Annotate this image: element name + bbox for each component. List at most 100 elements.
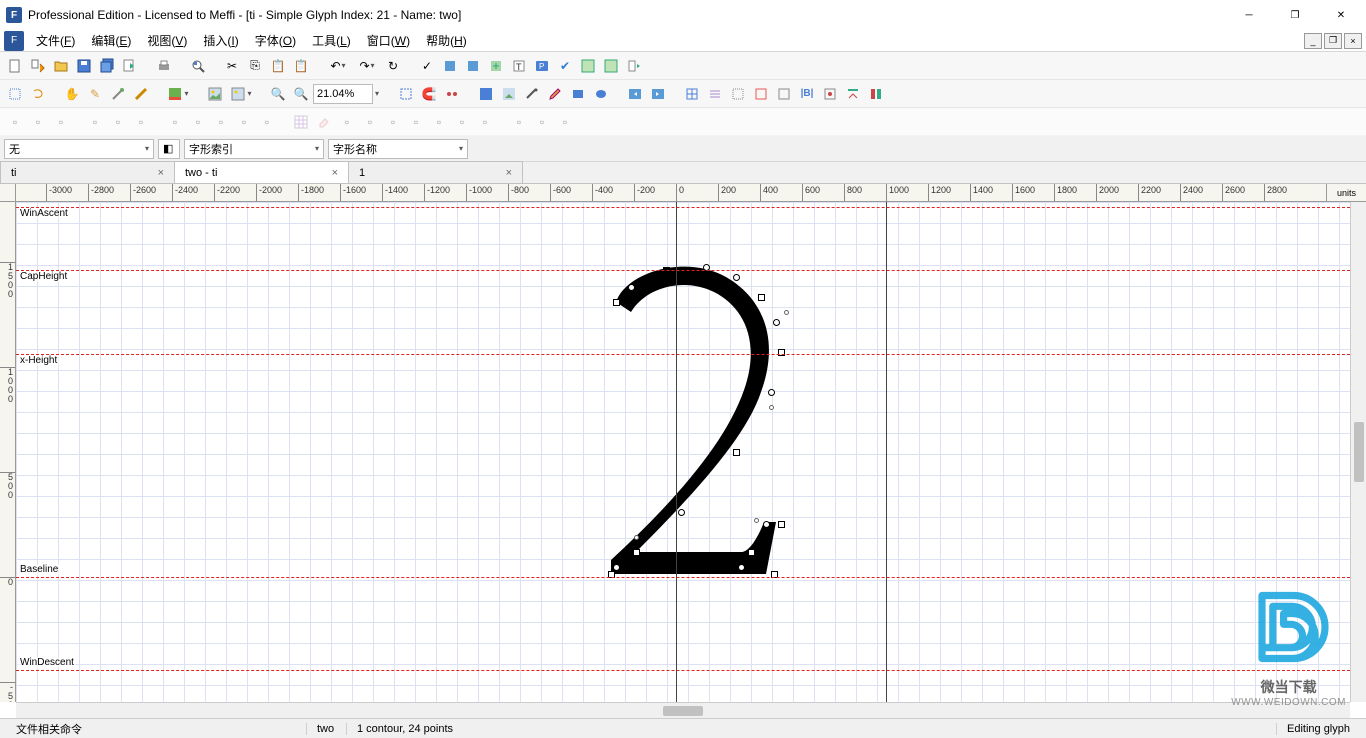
control-point[interactable] — [613, 299, 620, 306]
rect-icon[interactable] — [567, 83, 589, 105]
off-curve-point[interactable] — [754, 518, 759, 523]
mdi-close-button[interactable]: × — [1344, 33, 1362, 49]
autokern-icon[interactable] — [462, 55, 484, 77]
undo-icon[interactable]: ↶▾ — [324, 55, 352, 77]
scrollbar-vertical[interactable] — [1350, 202, 1366, 702]
control-point[interactable] — [748, 549, 755, 556]
zoom-input[interactable] — [313, 84, 373, 104]
knife-tool-icon[interactable] — [107, 83, 129, 105]
save-all-icon[interactable] — [96, 55, 118, 77]
redo-icon[interactable]: ↷▾ — [353, 55, 381, 77]
find-icon[interactable] — [187, 55, 209, 77]
control-point[interactable] — [678, 509, 685, 516]
glyph-shape[interactable] — [596, 262, 796, 582]
autometrics-icon[interactable] — [439, 55, 461, 77]
paste-special-icon[interactable]: 📋 — [290, 55, 312, 77]
maximize-button[interactable]: ❐ — [1272, 0, 1318, 30]
menu-o[interactable]: 字体(O) — [247, 29, 304, 52]
off-curve-point[interactable] — [634, 535, 639, 540]
prev-glyph-icon[interactable] — [624, 83, 646, 105]
snap-contour-icon[interactable] — [773, 83, 795, 105]
repeat-icon[interactable]: ↻ — [382, 55, 404, 77]
menu-w[interactable]: 窗口(W) — [359, 29, 418, 52]
showpoints-icon[interactable] — [441, 83, 463, 105]
glyph-canvas[interactable]: WinAscent CapHeight x-Height Baseline Wi… — [16, 202, 1350, 702]
control-point[interactable] — [738, 564, 745, 571]
scrollbar-horizontal[interactable] — [16, 702, 1350, 718]
control-point[interactable] — [778, 521, 785, 528]
measure-tool-icon[interactable] — [130, 83, 152, 105]
control-point[interactable] — [763, 521, 770, 528]
selection-tool-icon[interactable] — [4, 83, 26, 105]
run-icon[interactable] — [623, 55, 645, 77]
tab-0[interactable]: ti× — [0, 161, 175, 183]
snap-pt-icon[interactable] — [819, 83, 841, 105]
validate-icon[interactable]: ✓ — [416, 55, 438, 77]
copy-icon[interactable]: ⎘ — [244, 55, 266, 77]
mdi-restore-button[interactable]: ❐ — [1324, 33, 1342, 49]
more1-icon[interactable] — [842, 83, 864, 105]
bgimage-icon[interactable] — [204, 83, 226, 105]
off-curve-point[interactable] — [784, 310, 789, 315]
glyph-mode-icon[interactable]: ◧ — [158, 139, 180, 159]
pan-tool-icon[interactable]: ✋ — [61, 83, 83, 105]
next-glyph-icon[interactable] — [647, 83, 669, 105]
control-point[interactable] — [773, 319, 780, 326]
zoom-tool-icon[interactable]: 🔍 — [267, 83, 289, 105]
paste-icon[interactable]: 📋 — [267, 55, 289, 77]
select-all-icon[interactable] — [395, 83, 417, 105]
print-icon[interactable] — [153, 55, 175, 77]
ruler-horizontal[interactable]: -3000-2800-2600-2400-2200-2000-1800-1600… — [16, 184, 1350, 202]
tab-1[interactable]: two - ti× — [174, 161, 349, 183]
wizard-icon[interactable] — [27, 55, 49, 77]
menu-h[interactable]: 帮助(H) — [418, 29, 475, 52]
tab-close-icon[interactable]: × — [158, 167, 164, 179]
bgpos-icon[interactable]: ▾ — [227, 83, 255, 105]
off-curve-point[interactable] — [769, 405, 774, 410]
layer-combo[interactable]: 无▾ — [4, 139, 154, 159]
transform-icon[interactable]: T — [508, 55, 530, 77]
more2-icon[interactable] — [865, 83, 887, 105]
new-icon[interactable] — [4, 55, 26, 77]
bearings-icon[interactable]: |B| — [796, 83, 818, 105]
snap-grid-icon[interactable] — [727, 83, 749, 105]
tab-close-icon[interactable]: × — [332, 167, 338, 179]
mdi-minimize-button[interactable]: _ — [1304, 33, 1322, 49]
minimize-button[interactable]: ─ — [1226, 0, 1272, 30]
guides-icon[interactable] — [704, 83, 726, 105]
grid-icon[interactable] — [681, 83, 703, 105]
menu-f[interactable]: 文件(F) — [28, 29, 83, 52]
control-point[interactable] — [628, 284, 635, 291]
save-icon[interactable] — [73, 55, 95, 77]
pen-tool-icon[interactable]: ✎ — [84, 83, 106, 105]
test-icon[interactable] — [577, 55, 599, 77]
fill-color-icon[interactable]: ▾ — [164, 83, 192, 105]
glyph-nav1-icon[interactable] — [475, 83, 497, 105]
lasso-tool-icon[interactable] — [27, 83, 49, 105]
install-icon[interactable] — [600, 55, 622, 77]
export-icon[interactable] — [119, 55, 141, 77]
glyph-nav2-icon[interactable] — [498, 83, 520, 105]
zoom-fit-icon[interactable]: 🔍 — [290, 83, 312, 105]
preview-icon[interactable]: P — [531, 55, 553, 77]
ruler-vertical[interactable]: 150010005000-500 — [0, 202, 16, 702]
glyph-index-combo[interactable]: 字形索引▾ — [184, 139, 324, 159]
control-point[interactable] — [733, 449, 740, 456]
control-point[interactable] — [613, 564, 620, 571]
ellipse-icon[interactable] — [590, 83, 612, 105]
control-point[interactable] — [768, 389, 775, 396]
drawmode-icon[interactable] — [521, 83, 543, 105]
control-point[interactable] — [733, 274, 740, 281]
open-icon[interactable] — [50, 55, 72, 77]
control-point[interactable] — [633, 549, 640, 556]
zoom-dropdown-icon[interactable]: ▾ — [375, 89, 379, 98]
app-menu-icon[interactable]: F — [4, 31, 24, 51]
autohint-icon[interactable] — [485, 55, 507, 77]
erase-icon[interactable] — [313, 111, 335, 133]
control-point[interactable] — [758, 294, 765, 301]
menu-l[interactable]: 工具(L) — [304, 29, 359, 52]
tab-2[interactable]: 1× — [348, 161, 523, 183]
close-button[interactable]: ✕ — [1318, 0, 1364, 30]
table-icon[interactable] — [290, 111, 312, 133]
cut-icon[interactable]: ✂ — [221, 55, 243, 77]
